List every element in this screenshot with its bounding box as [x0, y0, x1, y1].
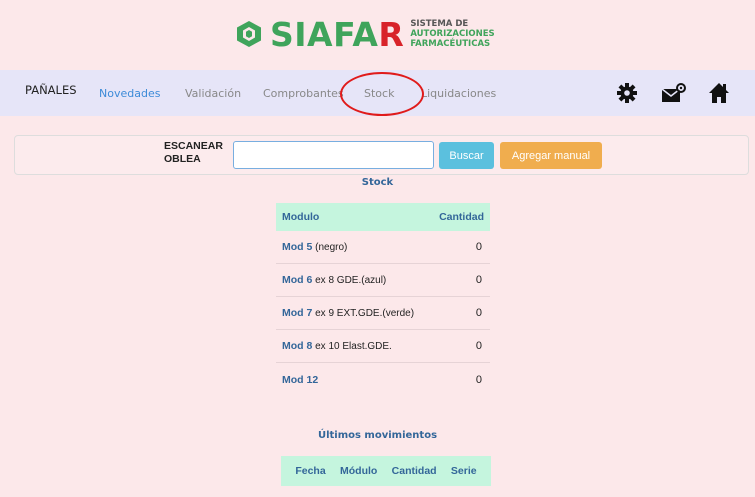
logo-wordmark: SIAFAR	[270, 14, 405, 54]
stock-title: Stock	[361, 177, 394, 188]
col-module: Modulo	[282, 211, 320, 223]
movements-table-header: Fecha Módulo Cantidad Serie	[281, 456, 491, 486]
home-icon[interactable]	[708, 82, 730, 104]
col-serie: Serie	[450, 465, 477, 477]
table-row: Mod 8 ex 10 Elast.GDE. 0	[276, 330, 490, 363]
add-manual-button[interactable]: Agregar manual	[500, 142, 602, 169]
module-qty: 0	[475, 307, 482, 319]
siafar-logo: SIAFAR SISTEMA DE AUTORIZACIONES FARMACÉ…	[234, 14, 495, 54]
module-name: Mod 6	[282, 274, 313, 286]
module-qty: 0	[475, 340, 482, 352]
scan-input[interactable]	[233, 141, 434, 169]
col-cantidad: Cantidad	[391, 465, 437, 477]
col-qty: Cantidad	[439, 211, 484, 223]
col-modulo: Módulo	[340, 465, 378, 477]
nav-link-novedades[interactable]: Novedades	[99, 87, 160, 100]
module-qty: 0	[475, 241, 482, 253]
stock-table-header: Modulo Cantidad	[276, 203, 490, 231]
table-row: Mod 7 ex 9 EXT.GDE.(verde) 0	[276, 297, 490, 330]
table-row: Mod 5 (negro) 0	[276, 231, 490, 264]
module-detail: ex 9 EXT.GDE.(verde)	[312, 308, 415, 319]
module-qty: 0	[475, 274, 482, 286]
module-detail: (negro)	[312, 242, 348, 253]
nav-link-liquidaciones[interactable]: Liquidaciones	[421, 87, 496, 100]
module-name: Mod 12	[282, 373, 319, 386]
table-row: Mod 12 0	[276, 363, 490, 396]
module-name: Mod 8	[282, 340, 313, 352]
module-detail: ex 8 GDE.(azul)	[312, 275, 387, 286]
stock-table: Modulo Cantidad Mod 5 (negro) 0 Mod 6 ex…	[276, 203, 490, 396]
module-name: Mod 5	[282, 241, 313, 253]
module-detail: ex 10 Elast.GDE.	[312, 341, 392, 352]
table-row: Mod 6 ex 8 GDE.(azul) 0	[276, 264, 490, 297]
nav-link-comprobantes[interactable]: Comprobantes	[263, 87, 344, 100]
scan-label: ESCANEAR OBLEA	[164, 140, 223, 165]
nav-link-stock[interactable]: Stock	[364, 87, 394, 100]
logo-subtitle: SISTEMA DE AUTORIZACIONES FARMACÉUTICAS	[410, 19, 495, 49]
movements-title: Últimos movimientos	[317, 430, 438, 441]
nav-brand: PAÑALES	[25, 83, 77, 97]
logo-hexagon-icon	[237, 21, 261, 47]
mail-gear-icon[interactable]	[661, 82, 687, 104]
header: SIAFAR SISTEMA DE AUTORIZACIONES FARMACÉ…	[0, 0, 755, 70]
gear-icon[interactable]	[616, 82, 638, 104]
search-button[interactable]: Buscar	[439, 142, 494, 169]
nav-link-validacion[interactable]: Validación	[185, 87, 241, 100]
module-name: Mod 7	[282, 307, 313, 319]
module-qty: 0	[475, 373, 482, 386]
col-fecha: Fecha	[295, 465, 326, 477]
